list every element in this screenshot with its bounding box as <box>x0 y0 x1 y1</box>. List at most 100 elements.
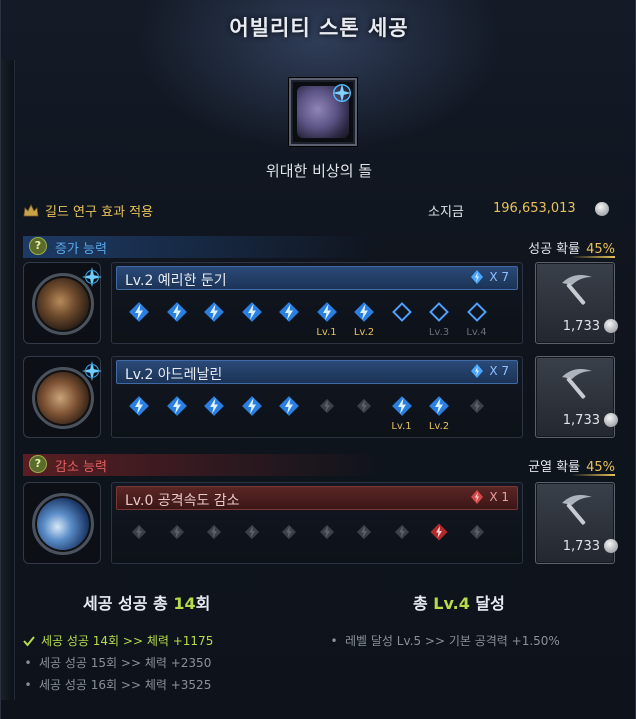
slot-success-icon <box>239 393 265 419</box>
bolt-icon <box>471 364 484 378</box>
success-rate: 성공 확률 45% <box>528 242 615 257</box>
silver-coin-icon <box>604 413 618 427</box>
slot-success-icon: Lv.1 <box>389 393 415 432</box>
decrease-section-header: ? 감소 능력 균열 확률 45% <box>23 454 615 476</box>
ability-name-bar: Lv.2 예리한 둔기 X 7 <box>116 266 518 290</box>
gold-value: 196,653,013 <box>493 201 576 216</box>
slot-pending-icon <box>126 519 152 545</box>
sparkle-icon <box>332 83 352 103</box>
sparkle-icon <box>81 266 103 288</box>
ability-count: X 1 <box>470 490 509 504</box>
guild-label: 길드 연구 효과 적용 <box>45 205 154 220</box>
ability-row-2: Lv.2 아드레날린 X 7 Lv.1 Lv.2 1,733 <box>23 356 618 438</box>
level-reward-list: • 레벨 달성 Lv.5 >> 기본 공격력 +1.50% <box>329 630 559 652</box>
silver-coin-icon <box>604 319 618 333</box>
window-title: 어빌리티 스톤 세공 <box>229 16 409 40</box>
slot-level-label: Lv.2 <box>353 327 375 338</box>
left-rail <box>1 60 15 700</box>
level-summary: 총 Lv.4 달성 <box>413 594 505 613</box>
slot-pending-icon <box>314 519 340 545</box>
ability-count: X 7 <box>470 270 509 284</box>
slot-track: Lv.1 Lv.2 <box>120 389 518 433</box>
silver-coin-icon <box>595 202 609 216</box>
ability-panel: Lv.2 아드레날린 X 7 Lv.1 Lv.2 <box>111 356 523 438</box>
slot-pending-icon <box>201 519 227 545</box>
craft-cost: 1,733 <box>562 413 600 428</box>
slot-success-icon: Lv.2 <box>426 393 452 432</box>
engraving-icon <box>32 493 94 555</box>
bolt-icon <box>471 270 484 284</box>
crack-rate: 균열 확률 45% <box>528 460 615 475</box>
craft-button[interactable]: 1,733 <box>535 262 618 344</box>
slot-pending-icon <box>164 519 190 545</box>
slot-pending-icon <box>276 519 302 545</box>
slot-success-icon <box>126 299 152 325</box>
slot-pending-icon <box>351 393 377 419</box>
ability-row-3: Lv.0 공격속도 감소 X 1 1,733 <box>23 482 618 564</box>
guild-research: 길드 연구 효과 적용 <box>23 201 153 220</box>
slot-empty-icon: Lv.4 <box>464 299 490 338</box>
pickaxe-icon <box>562 275 592 305</box>
success-summary: 세공 성공 총 14회 <box>83 594 211 613</box>
gold-label: 소지금 <box>428 205 464 220</box>
stone-slot[interactable] <box>289 78 357 146</box>
slot-pending-icon <box>464 393 490 419</box>
ability-row-1: Lv.2 예리한 둔기 X 7 Lv.1 Lv.2 Lv.3 Lv.4 1,733 <box>23 262 618 344</box>
slot-track: Lv.1 Lv.2 Lv.3 Lv.4 <box>120 295 518 339</box>
slot-red-icon <box>426 519 452 545</box>
slot-success-icon <box>164 299 190 325</box>
silver-coin-icon <box>604 539 618 553</box>
help-icon[interactable]: ? <box>29 455 47 473</box>
info-row: 길드 연구 효과 적용 소지금 196,653,013 <box>23 201 613 221</box>
ability-name: Lv.2 예리한 둔기 <box>125 273 227 289</box>
slot-pending-icon <box>389 519 415 545</box>
reward-item: • 세공 성공 15회 >> 체력 +2350 <box>23 652 213 674</box>
slot-level-label: Lv.3 <box>428 327 450 338</box>
slot-success-icon: Lv.1 <box>314 299 340 338</box>
rate-underline <box>571 474 615 476</box>
ability-name: Lv.0 공격속도 감소 <box>125 493 240 509</box>
slot-level-label: Lv.1 <box>391 421 412 432</box>
slot-empty-icon <box>389 299 415 325</box>
slot-track <box>120 515 518 559</box>
ability-icon <box>23 482 101 564</box>
slot-level-label: Lv.4 <box>466 327 487 338</box>
reward-item: • 레벨 달성 Lv.5 >> 기본 공격력 +1.50% <box>329 630 559 652</box>
reward-item: • 세공 성공 16회 >> 체력 +3525 <box>23 674 213 696</box>
slot-success-icon <box>276 393 302 419</box>
slot-empty-icon: Lv.3 <box>426 299 452 338</box>
success-reward-list: 세공 성공 14회 >> 체력 +1175 • 세공 성공 15회 >> 체력 +… <box>23 630 213 696</box>
ability-name-bar: Lv.2 아드레날린 X 7 <box>116 360 518 384</box>
ability-count: X 7 <box>470 364 509 378</box>
slot-success-icon: Lv.2 <box>351 299 377 338</box>
decrease-label: 감소 능력 <box>55 460 107 475</box>
craft-cost: 1,733 <box>562 539 600 554</box>
slot-success-icon <box>126 393 152 419</box>
help-icon[interactable]: ? <box>29 237 47 255</box>
slot-pending-icon <box>314 393 340 419</box>
bullet-icon: • <box>24 656 32 670</box>
ability-name-bar: Lv.0 공격속도 감소 X 1 <box>116 486 518 510</box>
rate-underline <box>571 256 615 258</box>
guild-icon <box>23 203 39 216</box>
bullet-icon: • <box>24 678 32 692</box>
bullet-icon: • <box>330 634 338 648</box>
slot-pending-icon <box>351 519 377 545</box>
stone-name: 위대한 비상의 돌 <box>265 162 373 180</box>
pickaxe-icon <box>562 495 592 525</box>
ability-panel: Lv.2 예리한 둔기 X 7 Lv.1 Lv.2 Lv.3 Lv.4 <box>111 262 523 344</box>
slot-success-icon <box>201 299 227 325</box>
ability-stone-window: 어빌리티 스톤 세공 위대한 비상의 돌 길드 연구 효과 적용 소지금 196… <box>0 0 636 719</box>
reward-item: 세공 성공 14회 >> 체력 +1175 <box>23 630 213 652</box>
pickaxe-icon <box>562 369 592 399</box>
ability-name: Lv.2 아드레날린 <box>125 367 223 383</box>
bolt-icon <box>471 490 484 504</box>
increase-label: 증가 능력 <box>55 242 107 257</box>
slot-level-label: Lv.2 <box>428 421 450 432</box>
craft-button[interactable]: 1,733 <box>535 482 618 564</box>
slot-success-icon <box>164 393 190 419</box>
craft-button[interactable]: 1,733 <box>535 356 618 438</box>
slot-success-icon <box>201 393 227 419</box>
check-icon <box>23 636 35 647</box>
ability-panel: Lv.0 공격속도 감소 X 1 <box>111 482 523 564</box>
